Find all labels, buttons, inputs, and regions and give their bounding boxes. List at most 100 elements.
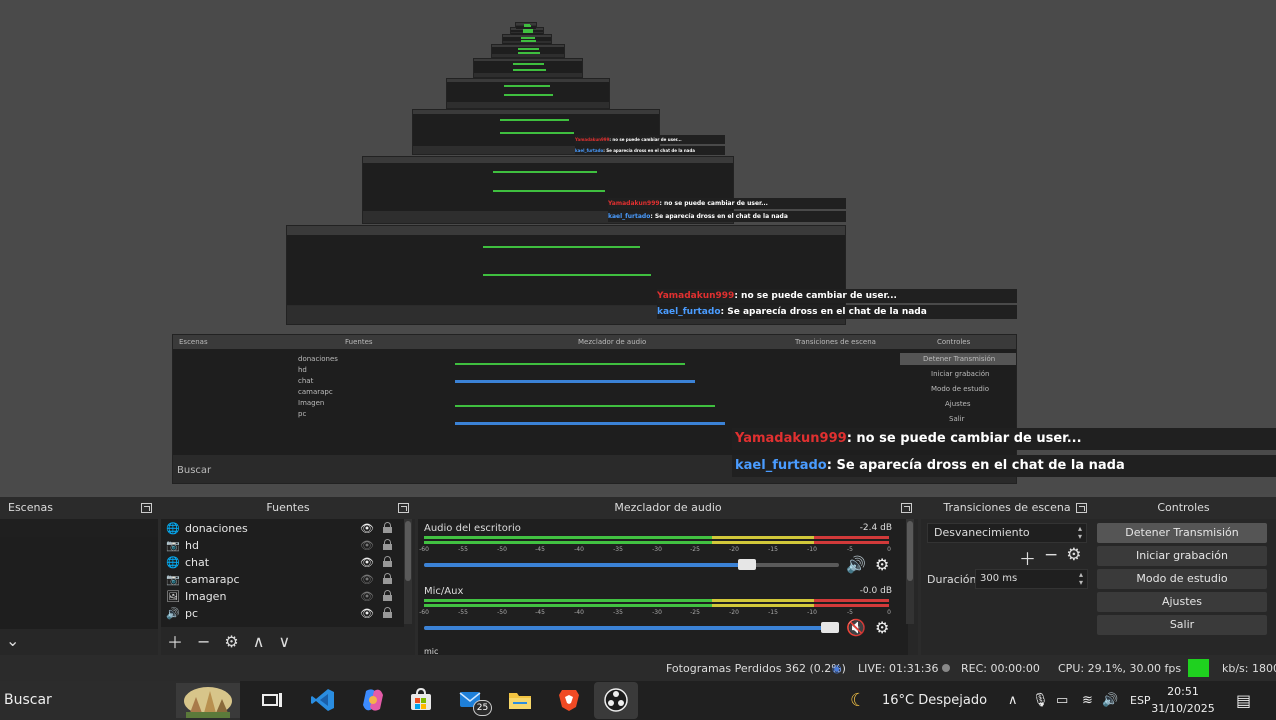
mixer-scrollbar[interactable]	[906, 519, 914, 624]
controls-dock: Controles Detener Transmisión Iniciar gr…	[1091, 497, 1276, 655]
scenes-list[interactable]	[0, 519, 158, 629]
chat-user: kael_furtado	[575, 148, 604, 153]
source-item[interactable]: 📷 hd 👁	[161, 537, 404, 554]
studio-mode-button[interactable]: Modo de estudio	[1097, 569, 1267, 589]
transition-select[interactable]: Desvanecimiento ▴ ▾	[927, 523, 1087, 543]
task-view-icon[interactable]	[260, 687, 286, 713]
visibility-eye-icon[interactable]: 👁	[360, 607, 374, 620]
meter-tick-label: -60	[419, 609, 429, 616]
lock-icon[interactable]	[383, 573, 392, 584]
lock-icon[interactable]	[383, 607, 392, 618]
globe-icon: 🌐	[166, 556, 180, 569]
move-up-icon[interactable]: ∧	[253, 632, 265, 651]
source-item[interactable]: 🌐 chat 👁	[161, 554, 404, 571]
spinner-icon[interactable]: ▴ ▾	[1079, 571, 1083, 587]
undock-icon[interactable]	[1076, 503, 1087, 513]
clock[interactable]: 20:51 31/10/2025	[1148, 683, 1218, 717]
battery-icon[interactable]: ▭	[1056, 681, 1068, 720]
move-down-icon[interactable]: ∨	[278, 632, 290, 651]
weather-text[interactable]: 16°C Despejado	[882, 681, 987, 720]
volume-fader[interactable]	[424, 622, 839, 633]
source-name: camarapc	[185, 573, 240, 586]
meter-tick-label: -45	[535, 546, 545, 553]
chat-overlay-line-2: kael_furtado: Se aparecía dross en el ch…	[732, 455, 1276, 477]
chevron-down-icon[interactable]: ⌄	[6, 631, 19, 650]
lock-icon[interactable]	[383, 590, 392, 601]
undock-icon[interactable]	[901, 503, 912, 513]
weather-moon-icon[interactable]: ☾	[850, 681, 866, 720]
folder-icon[interactable]	[507, 687, 533, 713]
source-item[interactable]: 📷 camarapc 👁	[161, 571, 404, 588]
undock-icon[interactable]	[398, 503, 409, 513]
store-icon[interactable]	[408, 687, 434, 713]
copilot-icon[interactable]	[360, 687, 386, 713]
visibility-eye-icon[interactable]: 👁	[360, 590, 374, 603]
start-recording-button[interactable]: Iniciar grabación	[1097, 546, 1267, 566]
lock-icon[interactable]	[383, 522, 392, 533]
add-transition-icon[interactable]: ＋	[1019, 545, 1036, 570]
volume-icon[interactable]: 🔊	[1102, 681, 1118, 720]
chat-overlay-line-1: Yamadakun999: no se puede cambiar de use…	[732, 428, 1276, 450]
visibility-eye-icon[interactable]: 👁	[360, 539, 374, 552]
meter-tick-label: -30	[652, 546, 662, 553]
sources-list[interactable]: 🌐 donaciones 👁 📷 hd 👁 🌐 chat 👁 📷 camarapc 👁 🖼 Imagen 👁…	[161, 519, 404, 627]
meter-tick-label: -20	[729, 546, 739, 553]
remove-transition-icon[interactable]: −	[1044, 545, 1058, 570]
level-meter	[424, 536, 889, 539]
obs-icon[interactable]	[603, 687, 629, 713]
tray-chevron-icon[interactable]: ∧	[1008, 681, 1018, 720]
visibility-eye-icon[interactable]: 👁	[360, 573, 374, 586]
microphone-icon[interactable]: 🎙	[1032, 681, 1049, 720]
source-item[interactable]: 🖼 Imagen 👁	[161, 588, 404, 605]
gear-icon[interactable]: ⚙	[875, 618, 889, 637]
brave-icon[interactable]	[556, 687, 582, 713]
source-item[interactable]: 🌐 donaciones 👁	[161, 520, 404, 537]
obs-window: Yamadakun999 : no se puede cambiar de use…	[0, 0, 1276, 720]
add-source-icon[interactable]: ＋	[167, 629, 183, 653]
chat-user: Yamadakun999	[608, 200, 660, 207]
vscode-icon[interactable]	[310, 687, 336, 713]
meter-tick-label: 0	[887, 546, 891, 553]
wifi-icon[interactable]: ≋	[1082, 681, 1093, 720]
meter-tick-label: -25	[690, 546, 700, 553]
chat-message-2: : Se aparecía dross en el chat de la nad…	[826, 458, 1125, 473]
live-icon: ◉	[832, 662, 842, 675]
chat-message: : no se puede cambiar de user...	[609, 137, 682, 142]
preview-nested-obs	[502, 34, 552, 44]
muted-speaker-icon[interactable]: 🔇	[846, 618, 866, 637]
mixer-title: Mezclador de audio	[614, 501, 722, 514]
speaker-icon[interactable]: 🔊	[846, 555, 866, 574]
lock-icon[interactable]	[383, 556, 392, 567]
stop-stream-button[interactable]: Detener Transmisión	[1097, 523, 1267, 543]
preview-nested-obs	[446, 78, 610, 109]
scenes-dock: Escenas ⌄	[0, 497, 158, 655]
notifications-icon[interactable]: ▤	[1236, 681, 1251, 720]
exit-button[interactable]: Salir	[1097, 615, 1267, 635]
gear-icon[interactable]: ⚙	[875, 555, 889, 574]
sources-scrollbar[interactable]	[404, 519, 412, 624]
visibility-eye-icon[interactable]: 👁	[360, 556, 374, 569]
fader-handle[interactable]	[738, 559, 756, 570]
chat-message: : Se aparecía dross en el chat de la nad…	[720, 307, 927, 317]
gear-icon[interactable]: ⚙	[1066, 545, 1081, 570]
fader-handle[interactable]	[821, 622, 839, 633]
visibility-eye-icon[interactable]: 👁	[360, 522, 374, 535]
nested-chat-line: Yamadakun999: no se puede cambiar de use…	[608, 198, 846, 209]
meter-tick-label: -50	[497, 546, 507, 553]
duration-input[interactable]: 300 ms ▴ ▾	[975, 569, 1088, 589]
transition-toolbar: ＋ − ⚙	[1019, 545, 1082, 570]
meter-tick-label: -55	[458, 609, 468, 616]
source-item[interactable]: 🔊 pc 👁	[161, 605, 404, 622]
stream-preview[interactable]: Yamadakun999 : no se puede cambiar de use…	[0, 0, 1276, 494]
meter-tick-label: -10	[807, 609, 817, 616]
remove-source-icon[interactable]: −	[197, 632, 210, 651]
undock-icon[interactable]	[141, 503, 152, 513]
meter-tick-label: -30	[652, 609, 662, 616]
source-name: chat	[185, 556, 210, 569]
volume-fader[interactable]	[424, 559, 839, 570]
scene-item[interactable]	[0, 537, 158, 629]
settings-button[interactable]: Ajustes	[1097, 592, 1267, 612]
lock-icon[interactable]	[383, 539, 392, 550]
search-placeholder: Buscar	[4, 692, 52, 708]
gear-icon[interactable]: ⚙	[224, 632, 238, 651]
